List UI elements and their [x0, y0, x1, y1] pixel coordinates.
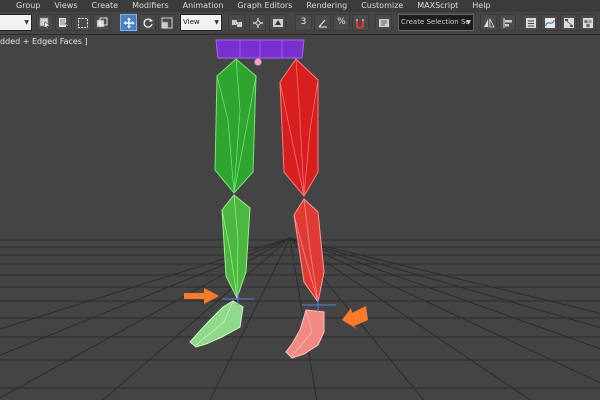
rect-selection-icon: [77, 17, 88, 28]
menu-maxscript[interactable]: MAXScript: [410, 0, 465, 12]
window-crossing-icon: [96, 17, 107, 27]
select-rotate-icon: [143, 18, 153, 28]
selection-filter-dropdown[interactable]: ▼: [0, 14, 32, 31]
select-and-rotate-button[interactable]: [139, 14, 156, 31]
pivot-center-button[interactable]: [228, 14, 245, 31]
spinner-snap-icon: [355, 18, 364, 29]
menu-create[interactable]: Create: [85, 0, 126, 12]
main-toolbar: ▼ View ▼ 3 % Create Selection Se ▼: [0, 12, 600, 35]
menu-help[interactable]: Help: [465, 0, 497, 12]
align-icon: [503, 17, 512, 28]
menu-rendering[interactable]: Rendering: [299, 0, 354, 12]
percent-snap-label: %: [337, 17, 346, 27]
keyboard-shortcut-override-button[interactable]: [269, 14, 286, 31]
menu-animation[interactable]: Animation: [176, 0, 231, 12]
reference-coordinate-dropdown[interactable]: View ▼: [180, 14, 222, 31]
select-by-name-button[interactable]: [55, 14, 72, 31]
left-thigh-bone[interactable]: [214, 58, 257, 194]
layer-manager-button[interactable]: [522, 14, 539, 31]
edit-named-selection-button[interactable]: [375, 14, 392, 31]
select-by-name-icon: [378, 18, 389, 27]
menu-group[interactable]: Group: [0, 0, 47, 12]
mirror-button[interactable]: [480, 14, 497, 31]
rectangular-selection-button[interactable]: [74, 14, 91, 31]
curve-editor-icon: [544, 17, 555, 28]
select-move-icon: [123, 17, 134, 28]
named-selection-sets-value: Create Selection Se: [401, 18, 470, 26]
mirror-icon: [483, 17, 495, 28]
select-object-icon: [39, 17, 51, 29]
named-selection-sets-dropdown[interactable]: Create Selection Se ▼: [398, 14, 474, 31]
snaps-toggle-label: 3: [300, 17, 307, 27]
app-window: Group Views Create Modifiers Animation G…: [0, 0, 600, 400]
menu-customize[interactable]: Customize: [354, 0, 410, 12]
angle-snap-button[interactable]: [314, 14, 331, 31]
angle-snap-icon: [318, 19, 327, 28]
menu-views[interactable]: Views: [47, 0, 84, 12]
material-editor-icon: [582, 17, 593, 28]
spinner-snap-button[interactable]: [352, 14, 369, 31]
menu-modifiers[interactable]: Modifiers: [125, 0, 176, 12]
viewport-shading-label[interactable]: dded + Edged Faces ]: [0, 37, 88, 46]
reference-coordinate-value: View: [183, 18, 200, 26]
menu-graph-editors[interactable]: Graph Editors: [230, 0, 299, 12]
perspective-viewport[interactable]: [0, 35, 600, 400]
material-editor-button[interactable]: [579, 14, 596, 31]
pivot-center-icon: [231, 19, 242, 27]
snaps-toggle-button[interactable]: 3: [295, 14, 312, 31]
menu-bar: Group Views Create Modifiers Animation G…: [0, 0, 600, 12]
select-by-name-icon: [58, 17, 70, 29]
select-and-move-button[interactable]: [120, 14, 137, 31]
select-and-scale-button[interactable]: [158, 14, 175, 31]
layer-manager-icon: [525, 17, 536, 28]
schematic-view-icon: [563, 17, 574, 28]
select-scale-icon: [161, 17, 172, 28]
schematic-view-button[interactable]: [560, 14, 577, 31]
curve-editor-button[interactable]: [541, 14, 558, 31]
align-button[interactable]: [499, 14, 516, 31]
select-manipulate-icon: [252, 17, 263, 28]
select-object-button[interactable]: [36, 14, 53, 31]
percent-snap-button[interactable]: %: [333, 14, 350, 31]
select-manipulate-button[interactable]: [249, 14, 266, 31]
window-crossing-button[interactable]: [93, 14, 110, 31]
snap-toggle-icon: [272, 18, 283, 27]
